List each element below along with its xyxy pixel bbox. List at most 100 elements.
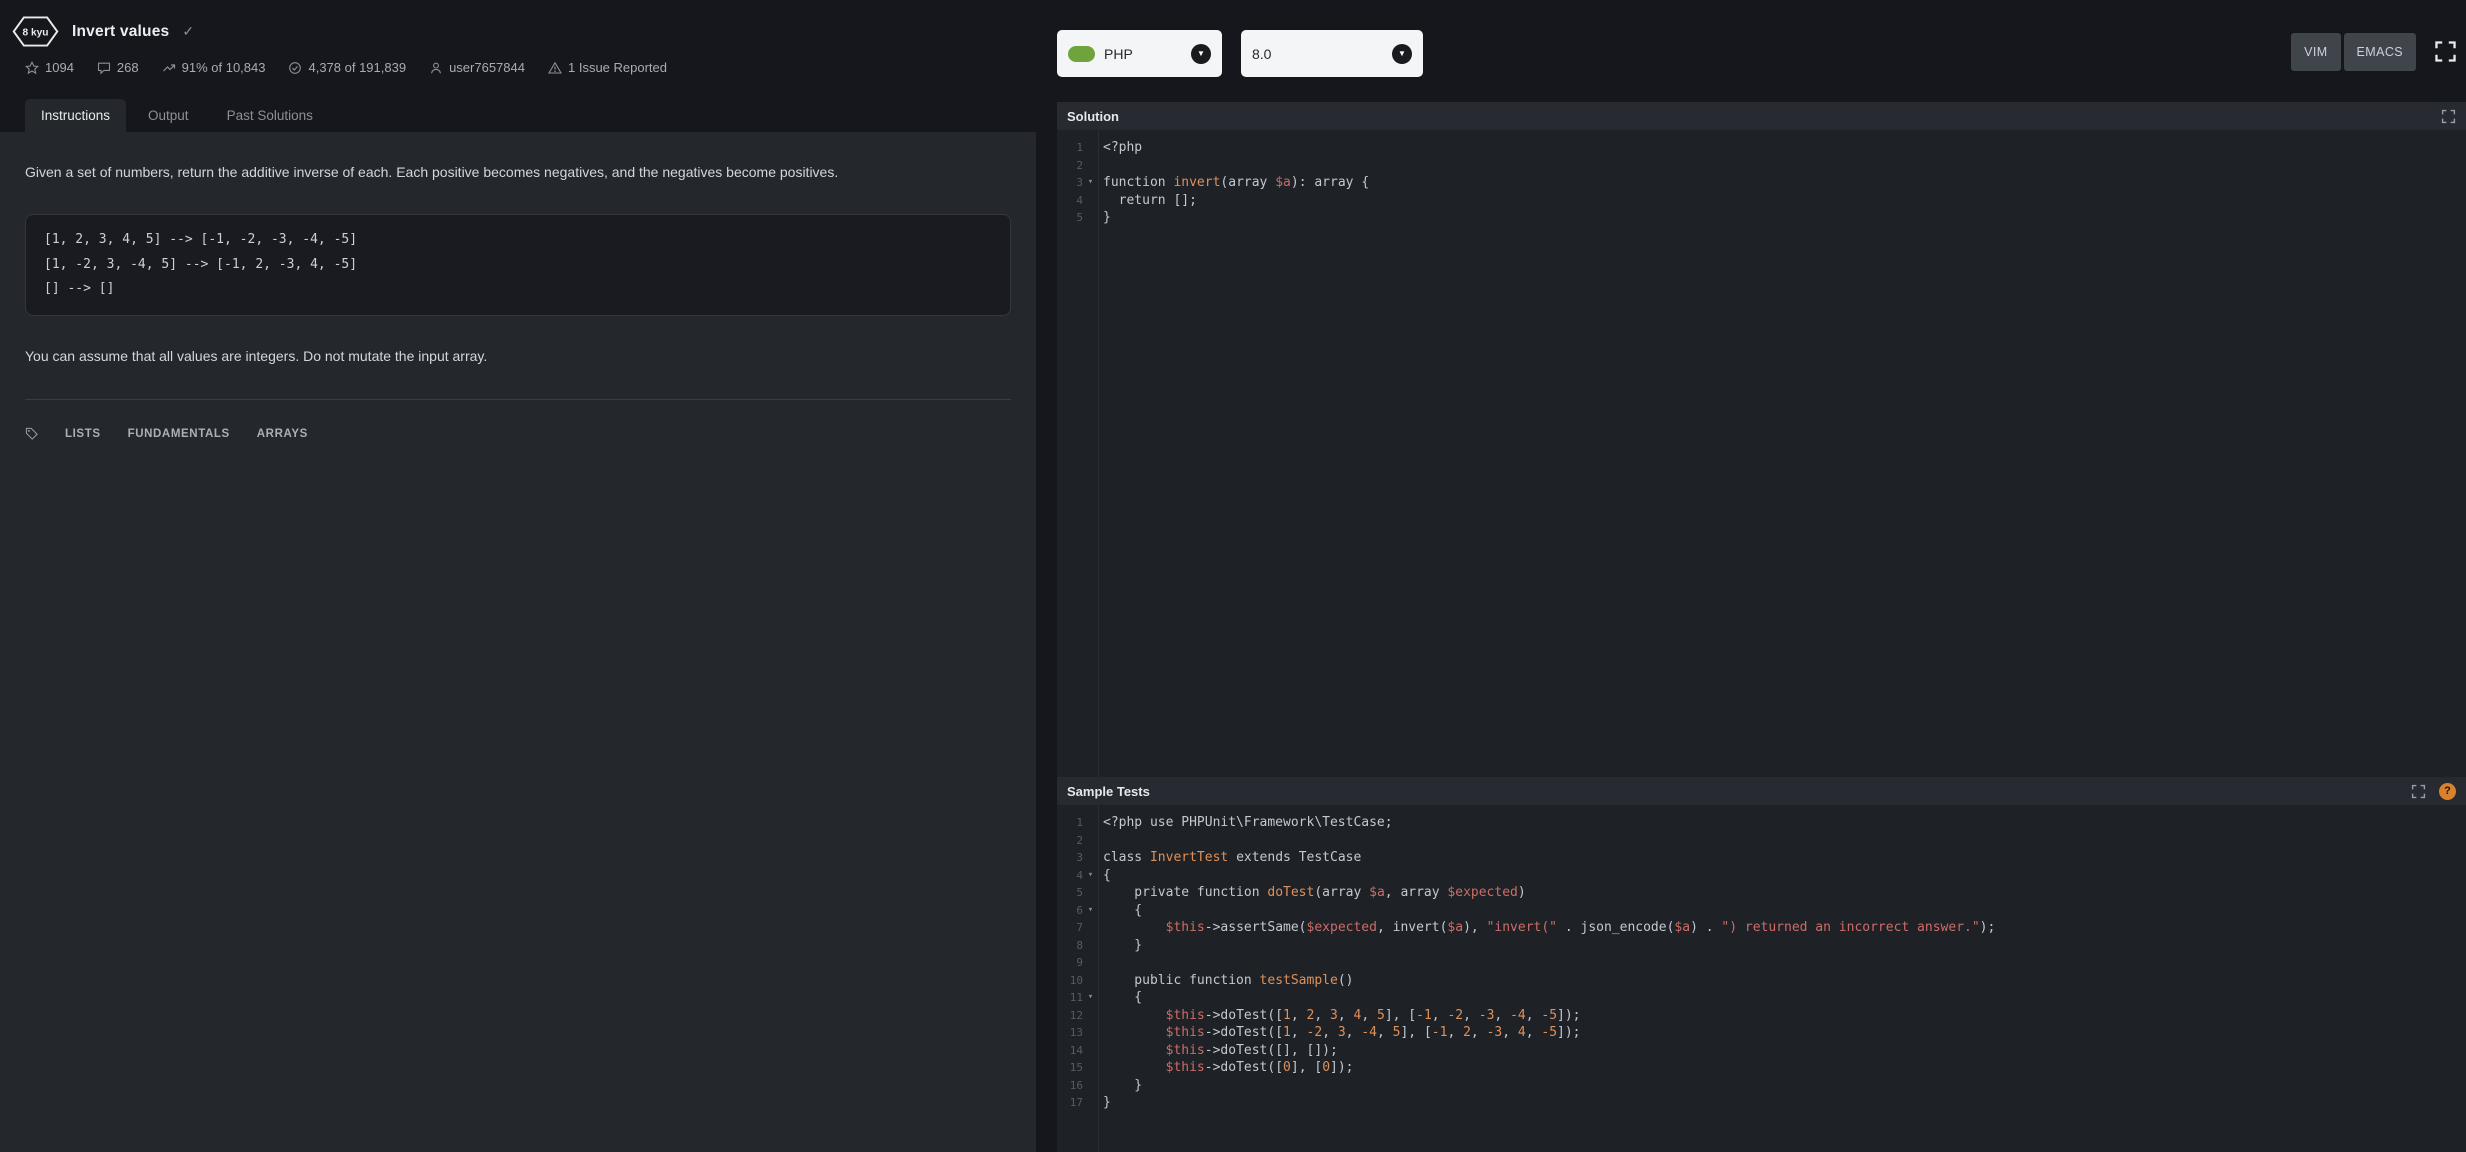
code-line[interactable]: 15 $this->doTest([0], [0]); xyxy=(1057,1059,2466,1077)
fold-spacer xyxy=(1083,1007,1098,1025)
stat-item: user7657844 xyxy=(429,60,525,75)
code-line-content: { xyxy=(1098,902,1142,920)
tab-instructions[interactable]: Instructions xyxy=(25,99,126,132)
star-icon xyxy=(25,61,39,75)
code-line[interactable]: 9 xyxy=(1057,954,2466,972)
code-line[interactable]: 4 return []; xyxy=(1057,192,2466,210)
fold-marker-icon[interactable]: ▾ xyxy=(1083,989,1098,1007)
code-line[interactable]: 2 xyxy=(1057,157,2466,175)
code-line-content: return []; xyxy=(1098,192,1197,210)
sample-tests-editor[interactable]: 1<?php use PHPUnit\Framework\TestCase;23… xyxy=(1057,805,2466,1152)
line-number: 10 xyxy=(1057,972,1083,990)
code-line-content xyxy=(1098,157,1103,175)
code-line-content xyxy=(1098,832,1103,850)
fold-spacer xyxy=(1083,937,1098,955)
fold-spacer xyxy=(1083,849,1098,867)
chevron-down-icon: ▼ xyxy=(1392,44,1412,64)
stat-label: 91% of 10,843 xyxy=(182,60,266,75)
line-number: 3 xyxy=(1057,174,1083,192)
expand-icon[interactable] xyxy=(2441,109,2456,124)
code-line[interactable]: 7 $this->assertSame($expected, invert($a… xyxy=(1057,919,2466,937)
line-number: 13 xyxy=(1057,1024,1083,1042)
code-line[interactable]: 2 xyxy=(1057,832,2466,850)
tab-bar: InstructionsOutputPast Solutions xyxy=(0,99,1036,132)
fold-spacer xyxy=(1083,1024,1098,1042)
fold-spacer xyxy=(1083,1059,1098,1077)
code-line-content: $this->assertSame($expected, invert($a),… xyxy=(1098,919,1995,937)
tags-list: LISTS FUNDAMENTALS ARRAYS xyxy=(65,428,308,440)
code-line-content: $this->doTest([1, 2, 3, 4, 5], [-1, -2, … xyxy=(1098,1007,1581,1025)
code-line-content: private function doTest(array $a, array … xyxy=(1098,884,1526,902)
example-code-line: [1, 2, 3, 4, 5] --> [-1, -2, -3, -4, -5] xyxy=(44,228,992,253)
fold-marker-icon[interactable]: ▾ xyxy=(1083,902,1098,920)
code-line-content: $this->doTest([1, -2, 3, -4, 5], [-1, 2,… xyxy=(1098,1024,1581,1042)
stat-item: 1 Issue Reported xyxy=(548,60,667,75)
tags-row: LISTS FUNDAMENTALS ARRAYS xyxy=(25,427,1011,440)
line-number: 4 xyxy=(1057,867,1083,885)
code-line-content: { xyxy=(1098,989,1142,1007)
stat-item: 268 xyxy=(97,60,139,75)
kata-stats: 109426891% of 10,8434,378 of 191,839user… xyxy=(0,47,1036,75)
code-line-content: } xyxy=(1098,1077,1142,1095)
tab-output[interactable]: Output xyxy=(132,99,205,132)
version-select[interactable]: 8.0 ▼ xyxy=(1241,30,1423,77)
tab-past-solutions[interactable]: Past Solutions xyxy=(211,99,329,132)
fullscreen-icon[interactable] xyxy=(2434,40,2457,63)
kata-header: 8 kyu Invert values ✓ 1094 268 91% of 10,8… xyxy=(0,0,1036,99)
vim-mode-button[interactable]: VIM xyxy=(2291,33,2340,71)
fold-spacer xyxy=(1083,209,1098,227)
kata-title-row: 8 kyu Invert values ✓ xyxy=(0,0,1036,47)
tag-lists[interactable]: LISTS xyxy=(65,428,101,440)
code-line[interactable]: 6▾ { xyxy=(1057,902,2466,920)
line-number: 1 xyxy=(1057,814,1083,832)
sample-tests-panel-header: Sample Tests ? xyxy=(1057,777,2466,805)
code-line[interactable]: 5} xyxy=(1057,209,2466,227)
kata-title: Invert values xyxy=(72,23,169,41)
code-line[interactable]: 1<?php xyxy=(1057,139,2466,157)
language-select[interactable]: PHP ▼ xyxy=(1057,30,1222,77)
line-number: 16 xyxy=(1057,1077,1083,1095)
rank-badge-icon: 8 kyu xyxy=(12,16,59,47)
solution-editor[interactable]: 1<?php23▾function invert(array $a): arra… xyxy=(1057,130,2466,777)
code-line[interactable]: 13 $this->doTest([1, -2, 3, -4, 5], [-1,… xyxy=(1057,1024,2466,1042)
line-number: 14 xyxy=(1057,1042,1083,1060)
fold-marker-icon[interactable]: ▾ xyxy=(1083,174,1098,192)
code-line[interactable]: 10 public function testSample() xyxy=(1057,972,2466,990)
code-line[interactable]: 8 } xyxy=(1057,937,2466,955)
expand-icon[interactable] xyxy=(2411,784,2426,799)
stat-item: 1094 xyxy=(25,60,74,75)
line-number: 5 xyxy=(1057,209,1083,227)
line-number: 1 xyxy=(1057,139,1083,157)
code-line-content: class InvertTest extends TestCase xyxy=(1098,849,1361,867)
tag-icon xyxy=(25,427,38,440)
code-line[interactable]: 14 $this->doTest([], []); xyxy=(1057,1042,2466,1060)
code-line[interactable]: 3class InvertTest extends TestCase xyxy=(1057,849,2466,867)
code-line[interactable]: 3▾function invert(array $a): array { xyxy=(1057,174,2466,192)
fold-marker-icon[interactable]: ▾ xyxy=(1083,867,1098,885)
line-number: 8 xyxy=(1057,937,1083,955)
fold-spacer xyxy=(1083,832,1098,850)
fold-spacer xyxy=(1083,919,1098,937)
code-line[interactable]: 11▾ { xyxy=(1057,989,2466,1007)
description-note: You can assume that all values are integ… xyxy=(25,346,1011,366)
solution-panel-title: Solution xyxy=(1067,109,2441,124)
code-line-content: } xyxy=(1098,937,1142,955)
code-line[interactable]: 1<?php use PHPUnit\Framework\TestCase; xyxy=(1057,814,2466,832)
tag-fundamentals[interactable]: FUNDAMENTALS xyxy=(128,428,230,440)
code-line-content: public function testSample() xyxy=(1098,972,1353,990)
section-divider xyxy=(25,399,1011,400)
chevron-down-icon: ▼ xyxy=(1191,44,1211,64)
code-line[interactable]: 16 } xyxy=(1057,1077,2466,1095)
code-line-content: $this->doTest([], []); xyxy=(1098,1042,1338,1060)
code-line[interactable]: 5 private function doTest(array $a, arra… xyxy=(1057,884,2466,902)
fold-spacer xyxy=(1083,884,1098,902)
code-line[interactable]: 12 $this->doTest([1, 2, 3, 4, 5], [-1, -… xyxy=(1057,1007,2466,1025)
code-line[interactable]: 4▾{ xyxy=(1057,867,2466,885)
help-icon[interactable]: ? xyxy=(2439,783,2456,800)
tag-arrays[interactable]: ARRAYS xyxy=(257,428,308,440)
line-number: 6 xyxy=(1057,902,1083,920)
code-line[interactable]: 17} xyxy=(1057,1094,2466,1112)
sample-tests-panel-title: Sample Tests xyxy=(1067,784,2411,799)
emacs-mode-button[interactable]: EMACS xyxy=(2344,33,2416,71)
line-number: 4 xyxy=(1057,192,1083,210)
